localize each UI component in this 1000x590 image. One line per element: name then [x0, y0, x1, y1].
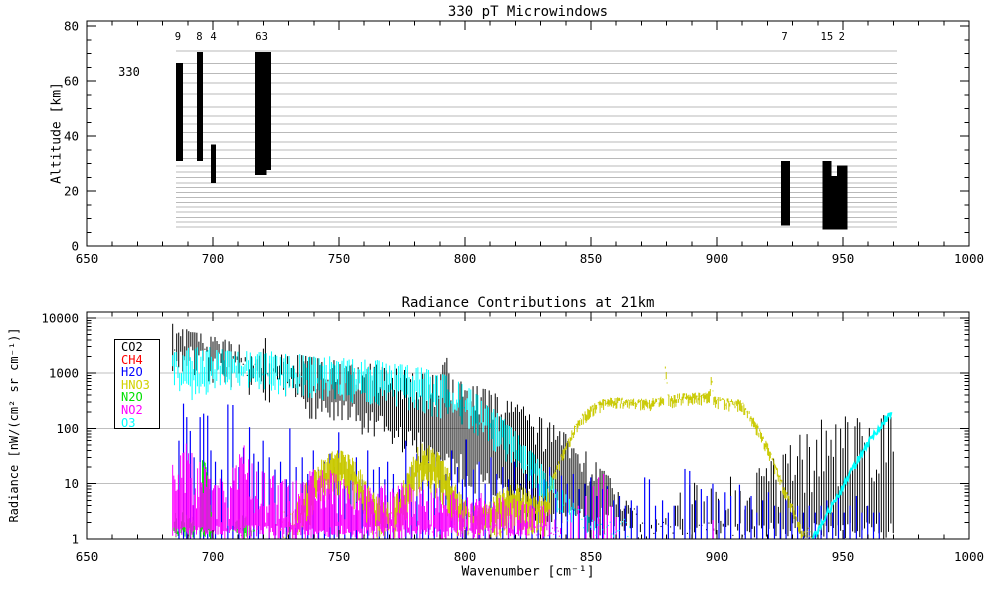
radiance-tick-label: 100 — [56, 421, 79, 436]
radiance-axis-label: Radiance [nW/(cm² sr cm⁻¹)] — [7, 327, 21, 522]
spectra — [173, 324, 894, 539]
microwindow-bar — [211, 144, 216, 183]
wavenumber-axis-label: Wavenumber [cm⁻¹] — [461, 565, 594, 580]
microwindow-bar — [837, 166, 847, 230]
microwindow-bar — [832, 176, 838, 230]
microwindow-bar — [781, 161, 790, 226]
wavenumber-tick-label: 900 — [706, 251, 729, 266]
wavenumber-tick-label: 1000 — [954, 549, 984, 564]
microwindow-bar — [267, 52, 271, 170]
radiance-tick-label: 1000 — [49, 366, 79, 381]
wavenumber-tick-label: 700 — [202, 549, 225, 564]
radiance-plot: 1 10 100 1000 10000 650 700 750 800 850 900 950 1000 — [41, 310, 984, 564]
altitude-tick-label: 40 — [64, 129, 79, 144]
microwindow-count-label: 4 — [210, 31, 216, 43]
microwindow-bar — [197, 52, 203, 161]
wavenumber-tick-label: 850 — [580, 549, 603, 564]
microwindows-title: 330 pT Microwindows — [448, 4, 608, 20]
wavenumber-tick-label: 700 — [202, 251, 225, 266]
radiance-tick-label: 10 — [64, 476, 79, 491]
microwindow-bar — [255, 52, 267, 175]
altitude-tick-label: 80 — [64, 19, 79, 34]
wavenumber-tick-label: 750 — [328, 251, 351, 266]
wavenumber-tick-label: 750 — [328, 549, 351, 564]
wavenumber-tick-label: 800 — [454, 251, 477, 266]
microwindow-count-label: 9 — [175, 31, 181, 43]
wavenumber-tick-label: 950 — [832, 251, 855, 266]
wavenumber-tick-label: 650 — [76, 251, 99, 266]
legend-item-h2o: H2O — [121, 366, 159, 379]
microwindows-plot: 9846371520204060806507007508008509009501… — [64, 19, 984, 267]
microwindow-count-label: 8 — [196, 31, 202, 43]
legend-item-no2: NO2 — [121, 404, 159, 417]
radiance-tick-label: 1 — [71, 532, 79, 547]
microwindow-count-label: 15 — [821, 31, 834, 43]
microwindow-count-label: 2 — [839, 31, 845, 43]
microwindow-bar — [823, 161, 832, 230]
wavenumber-tick-label: 1000 — [954, 251, 984, 266]
microwindow-count-label: 63 — [255, 31, 268, 43]
radiance-title: Radiance Contributions at 21km — [402, 295, 655, 311]
band-330-label: 330 — [118, 65, 140, 79]
altitude-tick-label: 20 — [64, 184, 79, 199]
wavenumber-tick-label: 850 — [580, 251, 603, 266]
figure-page: 9846371520204060806507007508008509009501… — [0, 0, 1000, 590]
wavenumber-tick-label: 900 — [706, 549, 729, 564]
wavenumber-tick-label: 650 — [76, 549, 99, 564]
legend-item-co2: CO2 — [121, 341, 159, 354]
altitude-axis-label: Altitude [km] — [50, 82, 65, 184]
radiance-tick-label: 10000 — [41, 310, 79, 325]
species-legend: CO2 CH4 H2O HNO3 N2O NO2 O3 — [114, 339, 160, 429]
wavenumber-tick-label: 800 — [454, 549, 477, 564]
legend-item-o3: O3 — [121, 417, 159, 430]
microwindow-bar — [176, 63, 183, 161]
wavenumber-tick-label: 950 — [832, 549, 855, 564]
altitude-tick-label: 60 — [64, 74, 79, 89]
microwindow-count-label: 7 — [781, 31, 787, 43]
